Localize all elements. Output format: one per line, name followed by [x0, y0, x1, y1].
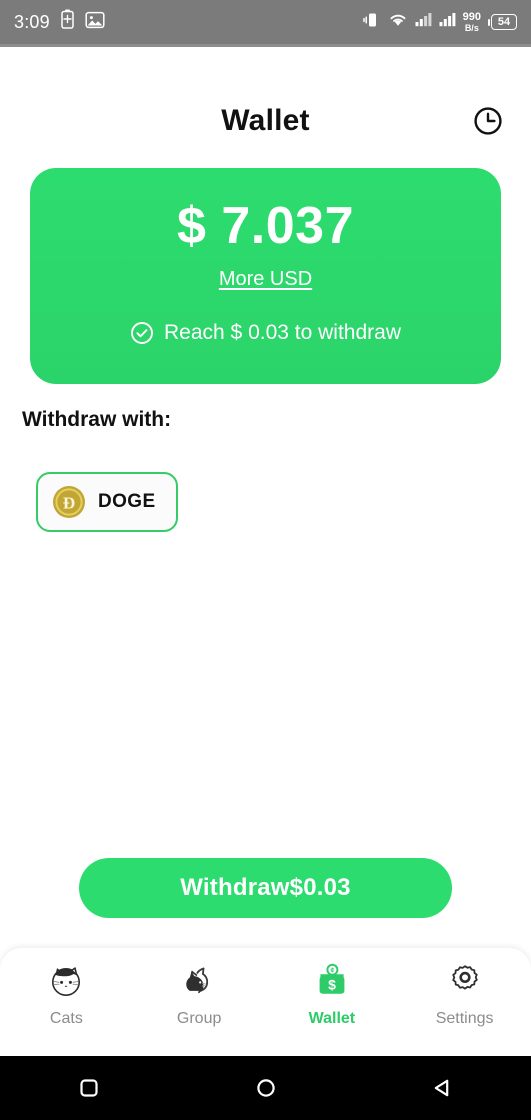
- nav-label-settings: Settings: [435, 1010, 494, 1027]
- doge-coin-icon: Ð: [52, 485, 86, 519]
- status-bar: 3:09 990 B/s 54: [0, 0, 531, 44]
- page-header: Wallet: [0, 90, 531, 152]
- home-circle-icon[interactable]: [236, 1068, 296, 1108]
- network-speed-value: 990: [462, 10, 481, 23]
- withdraw-method-label: DOGE: [98, 491, 156, 512]
- nav-label-group: Group: [176, 1010, 222, 1027]
- image-icon: [85, 10, 105, 35]
- gear-icon: [444, 960, 486, 1002]
- status-bar-left: 3:09: [14, 9, 105, 35]
- balance-card: $ 7.037 More USD Reach $ 0.03 to withdra…: [30, 168, 501, 384]
- phone-screen: 3:09 990 B/s 54 Wallet $ 7.037 More USD …: [0, 0, 531, 1120]
- network-speed-unit: B/s: [464, 22, 479, 33]
- nav-item-cats[interactable]: Cats: [10, 960, 122, 1028]
- nav-item-group[interactable]: Group: [143, 960, 255, 1028]
- status-time: 3:09: [14, 11, 50, 32]
- page-title: Wallet: [221, 104, 310, 137]
- clock-history-icon[interactable]: [471, 104, 505, 138]
- bottom-navigation: Cats Group ¢ $ Wallet Settings: [0, 948, 531, 1056]
- withdraw-method-doge[interactable]: Ð DOGE: [36, 472, 178, 532]
- withdraw-button[interactable]: Withdraw$0.03: [79, 858, 452, 918]
- svg-text:Ð: Ð: [63, 494, 75, 513]
- battery-tip: [488, 18, 490, 26]
- battery-saver-icon: [59, 9, 76, 35]
- signal-icon-1: [415, 12, 432, 32]
- signal-icon-2: [439, 12, 456, 32]
- nav-label-cats: Cats: [49, 1010, 83, 1027]
- nav-label-wallet: Wallet: [308, 1010, 356, 1027]
- balance-amount: $ 7.037: [177, 197, 354, 255]
- more-usd-link[interactable]: More USD: [219, 268, 312, 291]
- status-bar-divider: [0, 44, 531, 47]
- android-navigation-bar: [0, 1056, 531, 1120]
- vibrate-icon: [362, 11, 381, 34]
- withdraw-method-list: Ð DOGE: [36, 472, 178, 532]
- battery-indicator: 54: [488, 14, 517, 30]
- nav-item-settings[interactable]: Settings: [409, 960, 521, 1028]
- back-triangle-icon[interactable]: [413, 1068, 473, 1108]
- status-bar-right: 990 B/s 54: [362, 10, 517, 34]
- withdraw-threshold-text: Reach $ 0.03 to withdraw: [164, 321, 401, 344]
- check-circle-icon: [130, 321, 154, 345]
- withdraw-with-label: Withdraw with:: [22, 408, 172, 431]
- recents-square-icon[interactable]: [59, 1068, 119, 1108]
- network-speed: 990 B/s: [462, 10, 481, 33]
- battery-level: 54: [491, 14, 517, 30]
- svg-text:$: $: [328, 976, 336, 992]
- nav-item-wallet[interactable]: ¢ $ Wallet: [276, 960, 388, 1028]
- svg-text:¢: ¢: [330, 968, 334, 975]
- cat-group-icon: [178, 960, 220, 1002]
- wifi-icon: [388, 12, 408, 33]
- withdraw-threshold-note: Reach $ 0.03 to withdraw: [130, 321, 401, 345]
- cat-face-icon: [45, 960, 87, 1002]
- wallet-icon: ¢ $: [311, 960, 353, 1002]
